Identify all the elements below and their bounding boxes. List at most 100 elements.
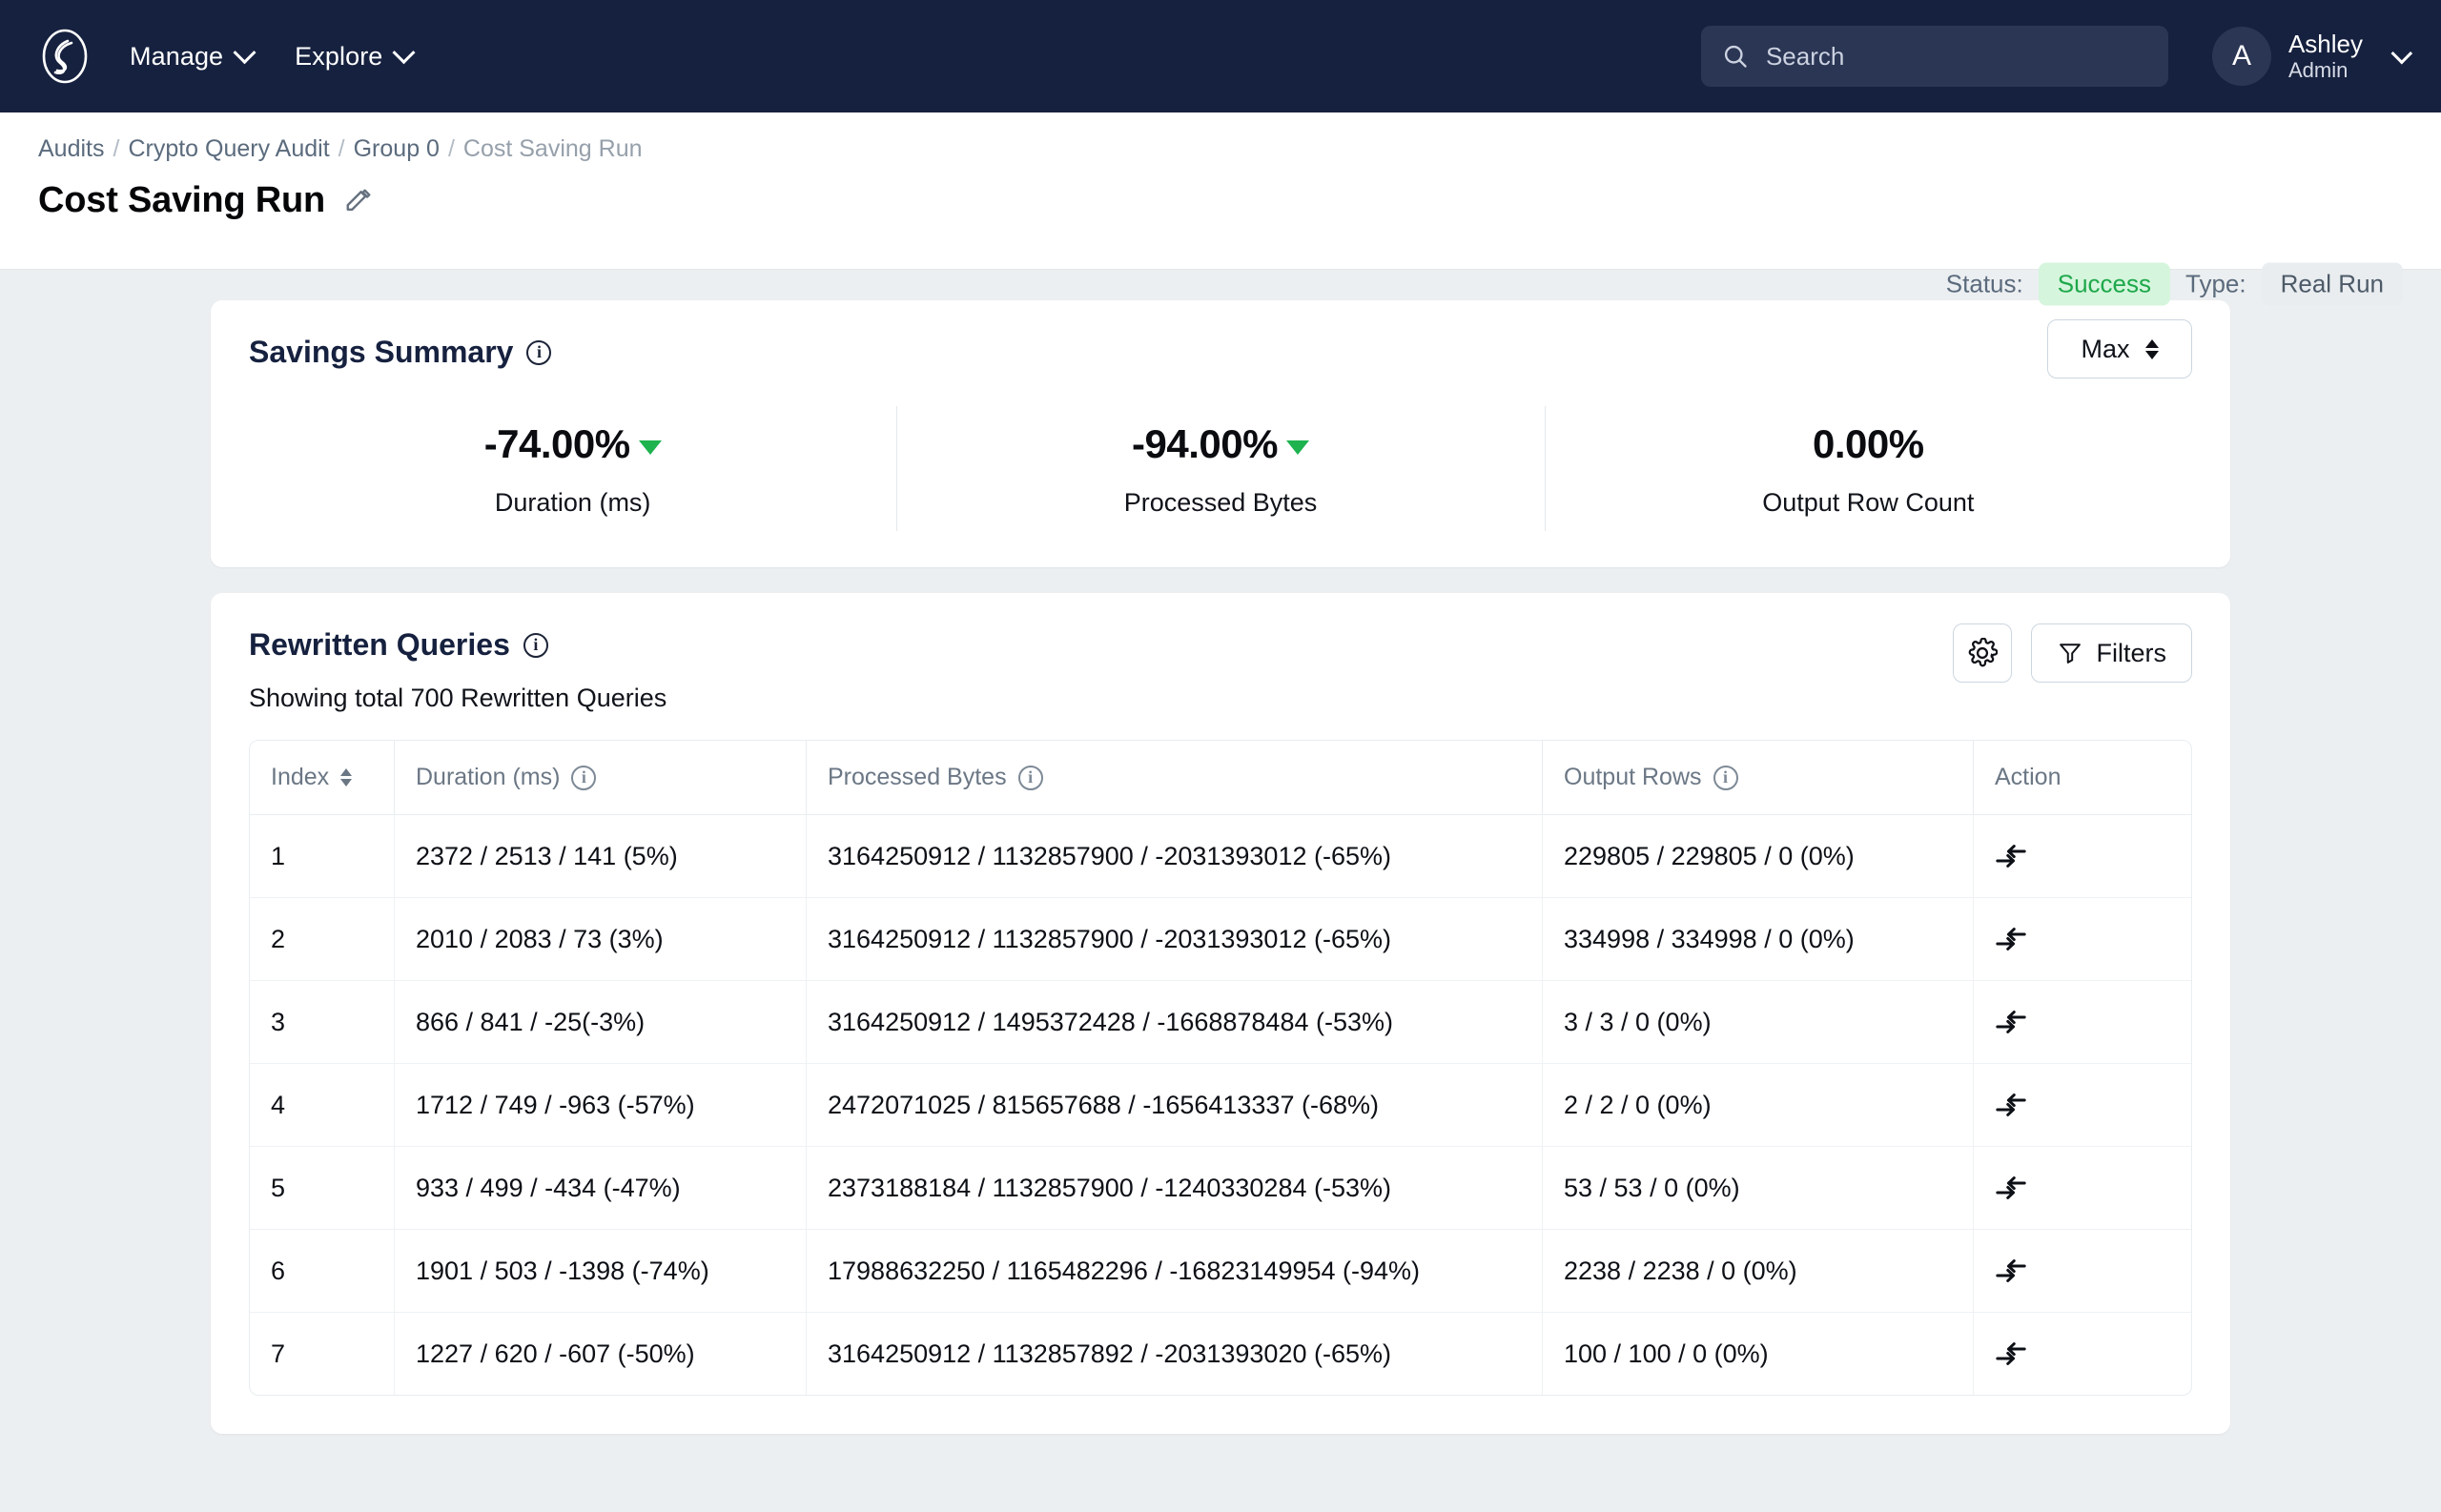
- cell-output-rows: 2238 / 2238 / 0 (0%): [1543, 1230, 1974, 1313]
- nav-item-manage-label: Manage: [130, 42, 223, 72]
- nav-item-explore[interactable]: Explore: [295, 42, 412, 72]
- chevron-down-icon: [393, 41, 416, 64]
- compare-arrows-icon[interactable]: [1995, 840, 2027, 872]
- page-title: Cost Saving Run: [38, 180, 325, 221]
- savings-summary-title-group: Savings Summary i: [249, 335, 551, 370]
- cell-action: [1974, 1230, 2191, 1313]
- nav-item-manage[interactable]: Manage: [130, 42, 253, 72]
- pencil-icon[interactable]: [344, 187, 373, 215]
- brand-s-logo-icon[interactable]: [29, 20, 101, 92]
- search-input[interactable]: Search: [1701, 26, 2168, 87]
- compare-arrows-icon[interactable]: [1995, 923, 2027, 955]
- cell-processed-bytes: 3164250912 / 1132857900 / -2031393012 (-…: [807, 898, 1543, 981]
- cell-action: [1974, 898, 2191, 981]
- compare-arrows-icon[interactable]: [1995, 1172, 2027, 1204]
- table-header-row: Index Duration (ms) i P: [250, 741, 2191, 815]
- column-header-processed-bytes: Processed Bytes i: [807, 741, 1543, 815]
- status-badge: Success: [2039, 263, 2170, 306]
- cell-duration: 933 / 499 / -434 (-47%): [395, 1147, 807, 1230]
- chevron-down-icon[interactable]: [2391, 43, 2413, 65]
- user-info[interactable]: Ashley Admin: [2288, 30, 2363, 84]
- cell-index: 7: [250, 1313, 395, 1395]
- column-header-action: Action: [1974, 741, 2191, 815]
- savings-summary-header: Savings Summary i Max: [211, 300, 2230, 370]
- rewritten-queries-actions: Filters: [1953, 623, 2193, 683]
- column-header-duration-label: Duration (ms): [416, 764, 560, 791]
- rewritten-queries-title-group: Rewritten Queries i: [249, 627, 548, 663]
- settings-button[interactable]: [1953, 623, 2012, 683]
- rewritten-queries-card: Rewritten Queries i Filters Show: [211, 593, 2230, 1434]
- cell-duration: 1901 / 503 / -1398 (-74%): [395, 1230, 807, 1313]
- metric-duration-value-group: -74.00%: [249, 421, 896, 467]
- user-name: Ashley: [2288, 30, 2363, 59]
- column-header-action-label: Action: [1995, 764, 2061, 791]
- status-label: Status:: [1946, 270, 2023, 299]
- cell-duration: 2010 / 2083 / 73 (3%): [395, 898, 807, 981]
- cell-action: [1974, 1147, 2191, 1230]
- user-role: Admin: [2288, 58, 2363, 83]
- compare-arrows-icon[interactable]: [1995, 1338, 2027, 1370]
- info-circle-icon[interactable]: i: [1018, 766, 1043, 790]
- page-title-row: Cost Saving Run: [38, 180, 2403, 221]
- top-navigation-bar: Manage Explore Search A Ashley Admin: [0, 0, 2441, 112]
- metric-processed-bytes: -94.00% Processed Bytes: [896, 421, 1544, 518]
- compare-arrows-icon[interactable]: [1995, 1006, 2027, 1038]
- metric-output-row-count-value: 0.00%: [1813, 421, 1924, 467]
- table-header: Index Duration (ms) i P: [250, 741, 2191, 815]
- breadcrumb-item-group-0[interactable]: Group 0: [354, 135, 440, 163]
- metric-processed-bytes-value-group: -94.00%: [896, 421, 1544, 467]
- cell-processed-bytes: 3164250912 / 1132857900 / -2031393012 (-…: [807, 815, 1543, 898]
- aggregation-select-value: Max: [2081, 335, 2129, 364]
- info-circle-icon[interactable]: i: [571, 766, 596, 790]
- nav-right-cluster: Search A Ashley Admin: [1701, 26, 2407, 87]
- cell-output-rows: 100 / 100 / 0 (0%): [1543, 1313, 1974, 1395]
- cell-duration: 866 / 841 / -25(-3%): [395, 981, 807, 1064]
- breadcrumb-item-crypto-query-audit[interactable]: Crypto Query Audit: [128, 135, 329, 163]
- metric-processed-bytes-value: -94.00%: [1132, 421, 1278, 467]
- cell-duration: 2372 / 2513 / 141 (5%): [395, 815, 807, 898]
- avatar[interactable]: A: [2212, 27, 2271, 86]
- cell-index: 5: [250, 1147, 395, 1230]
- metric-processed-bytes-label: Processed Bytes: [896, 488, 1544, 518]
- breadcrumb-item-cost-saving-run: Cost Saving Run: [463, 135, 643, 163]
- filters-button[interactable]: Filters: [2031, 623, 2193, 683]
- cell-processed-bytes: 3164250912 / 1495372428 / -1668878484 (-…: [807, 981, 1543, 1064]
- metric-output-row-count: 0.00% Output Row Count: [1545, 421, 2192, 518]
- table-row: 12372 / 2513 / 141 (5%)3164250912 / 1132…: [250, 815, 2191, 898]
- rewritten-queries-subtitle: Showing total 700 Rewritten Queries: [211, 663, 2230, 713]
- cell-processed-bytes: 2373188184 / 1132857900 / -1240330284 (-…: [807, 1147, 1543, 1230]
- cell-processed-bytes: 3164250912 / 1132857892 / -2031393020 (-…: [807, 1313, 1543, 1395]
- cell-index: 2: [250, 898, 395, 981]
- nav-item-explore-label: Explore: [295, 42, 382, 72]
- compare-arrows-icon[interactable]: [1995, 1255, 2027, 1287]
- primary-nav-links: Manage Explore: [130, 42, 412, 72]
- info-circle-icon[interactable]: i: [1713, 766, 1738, 790]
- column-header-duration: Duration (ms) i: [395, 741, 807, 815]
- cell-index: 6: [250, 1230, 395, 1313]
- table-row: 61901 / 503 / -1398 (-74%)17988632250 / …: [250, 1230, 2191, 1313]
- search-icon: [1722, 43, 1749, 70]
- type-badge: Real Run: [2262, 263, 2403, 306]
- info-circle-icon[interactable]: i: [523, 633, 548, 658]
- cell-output-rows: 229805 / 229805 / 0 (0%): [1543, 815, 1974, 898]
- column-header-index-label: Index: [271, 764, 329, 791]
- search-placeholder: Search: [1766, 42, 1844, 72]
- info-circle-icon[interactable]: i: [526, 340, 551, 365]
- cell-action: [1974, 815, 2191, 898]
- column-header-index[interactable]: Index: [250, 741, 395, 815]
- table-row: 71227 / 620 / -607 (-50%)3164250912 / 11…: [250, 1313, 2191, 1395]
- table-row: 22010 / 2083 / 73 (3%)3164250912 / 11328…: [250, 898, 2191, 981]
- metric-duration-value: -74.00%: [484, 421, 630, 467]
- savings-metrics: -74.00% Duration (ms) -94.00% Processed …: [211, 370, 2230, 567]
- metric-output-row-count-value-group: 0.00%: [1545, 421, 2192, 467]
- aggregation-select[interactable]: Max: [2047, 319, 2192, 378]
- savings-summary-card: Savings Summary i Max -74.00% Duration (…: [211, 300, 2230, 567]
- column-header-output-rows-label: Output Rows: [1564, 764, 1702, 791]
- breadcrumb-item-audits[interactable]: Audits: [38, 135, 104, 163]
- filters-button-label: Filters: [2097, 639, 2167, 668]
- rewritten-queries-title: Rewritten Queries: [249, 627, 510, 663]
- compare-arrows-icon[interactable]: [1995, 1089, 2027, 1121]
- sort-icon[interactable]: [340, 768, 352, 787]
- main-content: Savings Summary i Max -74.00% Duration (…: [0, 270, 2441, 1434]
- cell-output-rows: 2 / 2 / 0 (0%): [1543, 1064, 1974, 1147]
